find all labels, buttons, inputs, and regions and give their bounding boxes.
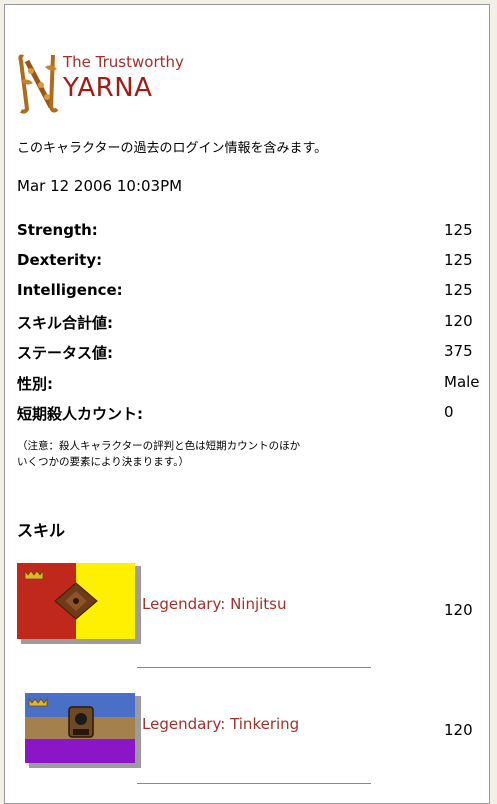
stat-value: 125 <box>444 221 473 239</box>
skill-value: 120 <box>444 601 473 619</box>
stat-row-status-total: ステータス値: 375 <box>17 342 485 364</box>
stat-row-dexterity: Dexterity: 125 <box>17 251 485 273</box>
stat-label: スキル合計値: <box>17 314 113 332</box>
stat-row-short-murders: 短期殺人カウント: 0 <box>17 403 485 425</box>
stat-value: Male <box>444 373 480 391</box>
stat-row-skill-total: スキル合計値: 120 <box>17 312 485 334</box>
character-name: YARNA <box>63 73 153 103</box>
skill-divider <box>137 783 371 784</box>
description-text: このキャラクターの過去のログイン情報を含みます。 <box>17 141 328 156</box>
stat-row-strength: Strength: 125 <box>17 221 485 243</box>
note-line: いくつかの要素により決まります。） <box>17 456 189 468</box>
character-panel: N The Trustworthy YARNA このキャラクターの過去のログイン… <box>4 4 490 804</box>
stat-value: 125 <box>444 251 473 269</box>
stat-label: ステータス値: <box>17 344 113 362</box>
skill-name: Legendary: Tinkering <box>142 715 300 733</box>
murder-note: （注意：殺人キャラクターの評判と色は短期カウントのほか いくつかの要素により決ま… <box>17 438 347 470</box>
illuminated-initial-icon: N <box>17 51 61 115</box>
skill-name: Legendary: Ninjitsu <box>142 595 287 613</box>
last-login-date: Mar 12 2006 10:03PM <box>17 177 183 195</box>
ninjitsu-banner-icon <box>17 563 141 644</box>
stat-label: 性別: <box>17 375 53 393</box>
stat-value: 120 <box>444 312 473 330</box>
tinkering-banner-icon <box>25 693 141 768</box>
character-header: N The Trustworthy YARNA <box>17 49 257 119</box>
skill-divider <box>137 667 371 668</box>
character-title-prefix: The Trustworthy <box>63 53 184 71</box>
stat-label: 短期殺人カウント: <box>17 405 143 423</box>
stat-value: 0 <box>444 403 454 421</box>
skill-value: 120 <box>444 721 473 739</box>
skill-item-ninjitsu: Legendary: Ninjitsu 120 <box>17 561 487 651</box>
stat-row-gender: 性別: Male <box>17 373 485 395</box>
stat-value: 375 <box>444 342 473 360</box>
skill-item-tinkering: Legendary: Tinkering 120 <box>17 689 487 779</box>
stat-label: Strength: <box>17 221 98 239</box>
skills-heading: スキル <box>17 521 66 540</box>
note-line: （注意：殺人キャラクターの評判と色は短期カウントのほか <box>17 440 301 452</box>
stat-value: 125 <box>444 281 473 299</box>
stat-label: Dexterity: <box>17 251 103 269</box>
stat-row-intelligence: Intelligence: 125 <box>17 281 485 303</box>
stat-label: Intelligence: <box>17 281 123 299</box>
